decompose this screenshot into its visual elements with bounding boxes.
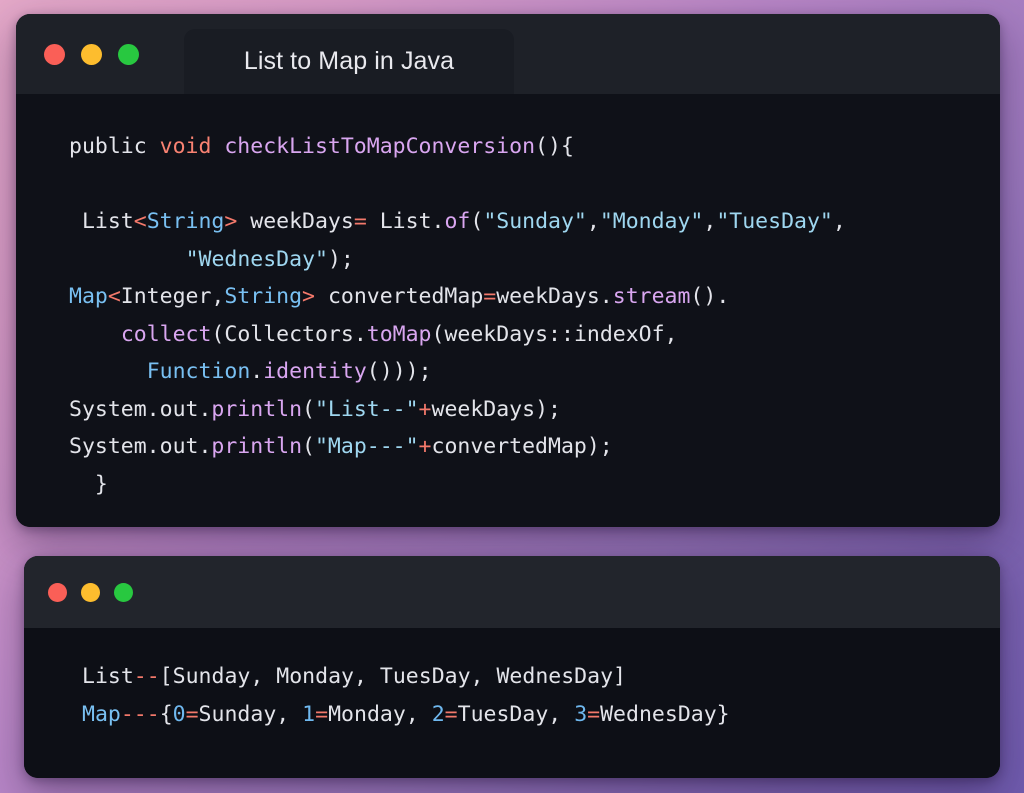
code-window-titlebar: List to Map in Java [16,14,1000,94]
output-window-titlebar [24,556,1000,628]
output-maximize-button-icon[interactable] [114,583,133,602]
output-minimize-button-icon[interactable] [81,583,100,602]
output-window: List--[Sunday, Monday, TuesDay, WednesDa… [24,556,1000,778]
console-output: List--[Sunday, Monday, TuesDay, WednesDa… [24,658,1000,733]
output-traffic-lights [24,556,133,628]
code-window: List to Map in Java public void checkLis… [16,14,1000,527]
console-output-area: List--[Sunday, Monday, TuesDay, WednesDa… [24,628,1000,778]
code-editor-area[interactable]: public void checkListToMapConversion(){ … [16,94,1000,527]
screenshot-stage: List to Map in Java public void checkLis… [0,0,1024,793]
traffic-lights [16,14,139,94]
minimize-button-icon[interactable] [81,44,102,65]
code-block: public void checkListToMapConversion(){ … [16,128,1000,503]
tab-list-to-map-in-java[interactable]: List to Map in Java [184,29,514,94]
maximize-button-icon[interactable] [118,44,139,65]
tab-label: List to Map in Java [244,47,454,76]
output-close-button-icon[interactable] [48,583,67,602]
close-button-icon[interactable] [44,44,65,65]
